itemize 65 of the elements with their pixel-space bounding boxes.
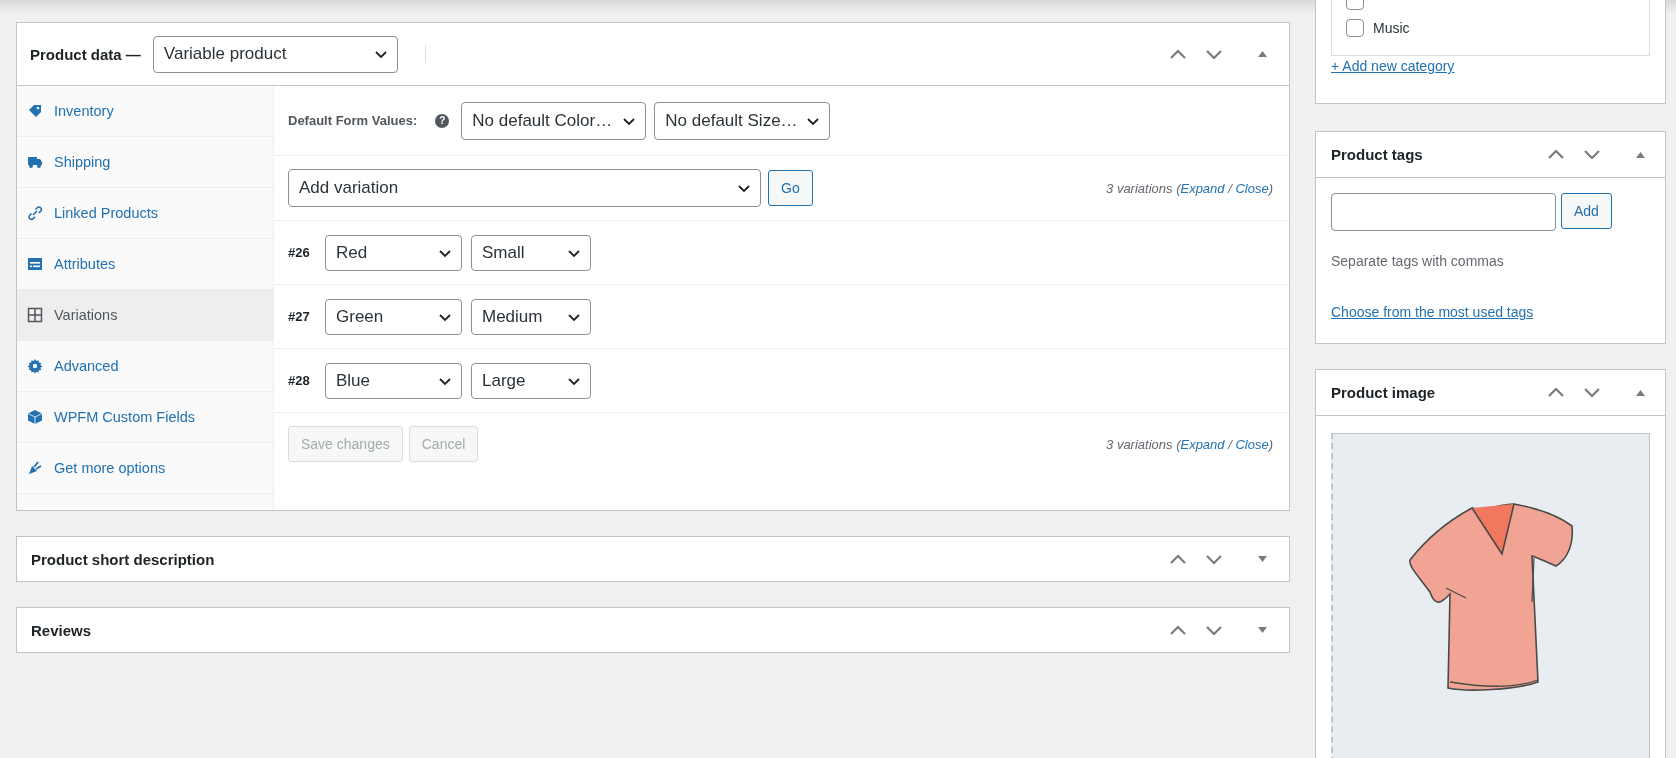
variation-count-text: 3 variations (Expand / Close) <box>1106 180 1273 196</box>
sidebar-tab[interactable]: WPFM Custom Fields <box>17 392 273 443</box>
sidebar-tab[interactable]: Shipping <box>17 137 273 188</box>
image-placeholder[interactable] <box>1331 433 1650 758</box>
variation-id: #27 <box>288 309 311 324</box>
sidebar-tab[interactable]: Get more options <box>17 443 273 494</box>
list-card-icon <box>27 256 43 272</box>
field-label: Default Form Values: <box>288 113 418 128</box>
cube-icon <box>27 409 43 425</box>
attribute-select[interactable]: Red <box>325 234 462 271</box>
panel-title: Product image <box>1331 384 1436 401</box>
hint-text: Separate tags with commas <box>1331 253 1505 269</box>
add-button[interactable]: Add <box>1561 193 1612 229</box>
variation-count-text: 3 variations (Expand / Close) <box>1106 436 1273 452</box>
attribute-select[interactable]: Small <box>471 234 591 271</box>
sidebar-tab[interactable]: Variations <box>17 290 273 341</box>
chevron-down-icon <box>1205 47 1223 61</box>
chevron-up-icon <box>1169 623 1187 637</box>
add-variation-select[interactable]: Add variation <box>288 169 761 207</box>
default-value-select[interactable]: No default Color… <box>461 101 647 140</box>
chevron-up-icon <box>1169 552 1187 566</box>
triangle-down-icon <box>1256 553 1268 565</box>
category-label: Music <box>1373 19 1410 36</box>
chevron-down-icon <box>373 48 388 60</box>
text-link[interactable]: Expand <box>1180 180 1225 196</box>
chevron-down-icon <box>1205 623 1223 637</box>
panel-title: Product short description <box>31 550 215 568</box>
panel-title: Reviews <box>31 621 92 639</box>
gear-icon <box>27 358 43 374</box>
attribute-select[interactable]: Large <box>471 362 591 399</box>
chevron-up-icon <box>1547 386 1565 399</box>
help-icon[interactable]: ? <box>435 113 450 128</box>
chevron-down-icon <box>1205 552 1223 566</box>
sidebar-tab[interactable]: Linked Products <box>17 188 273 239</box>
add-category-link[interactable]: + Add new category <box>1331 58 1455 74</box>
sidebar-tab[interactable]: Advanced <box>17 341 273 392</box>
panel-title: Product tags <box>1331 146 1423 163</box>
sidebar-tab[interactable]: Inventory <box>17 86 273 137</box>
attribute-select[interactable]: Green <box>325 298 462 335</box>
chevron-down-icon <box>1583 148 1601 161</box>
chevron-up-icon <box>1169 47 1187 61</box>
checkbox[interactable] <box>1346 18 1364 37</box>
chevron-down-icon <box>1583 386 1601 399</box>
attribute-select[interactable]: Blue <box>325 362 462 399</box>
attribute-select[interactable]: Medium <box>471 298 591 335</box>
chevron-up-icon <box>1547 148 1565 161</box>
link-icon <box>27 205 43 221</box>
triangle-up-icon <box>1256 48 1268 60</box>
plug-icon <box>27 460 43 476</box>
text-link[interactable]: Expand <box>1180 436 1225 452</box>
go-button[interactable]: Go <box>768 170 813 206</box>
product-type-select[interactable]: Variable product <box>152 35 398 73</box>
variation-id: #26 <box>288 245 311 260</box>
truck-icon <box>27 154 43 170</box>
triangle-down-icon <box>1256 624 1268 636</box>
variation-id: #28 <box>288 373 311 388</box>
tag-input-field[interactable] <box>1331 193 1556 231</box>
text-link[interactable]: Close <box>1235 436 1269 452</box>
tag-icon <box>27 103 43 119</box>
default-value-select[interactable]: No default Size… <box>654 101 831 140</box>
grid-icon <box>27 307 43 323</box>
most-used-tags-link[interactable]: Choose from the most used tags <box>1331 302 1534 322</box>
chevron-down-icon <box>737 182 751 194</box>
text-link[interactable]: Close <box>1235 180 1269 196</box>
panel-title: Product data — <box>30 45 141 63</box>
